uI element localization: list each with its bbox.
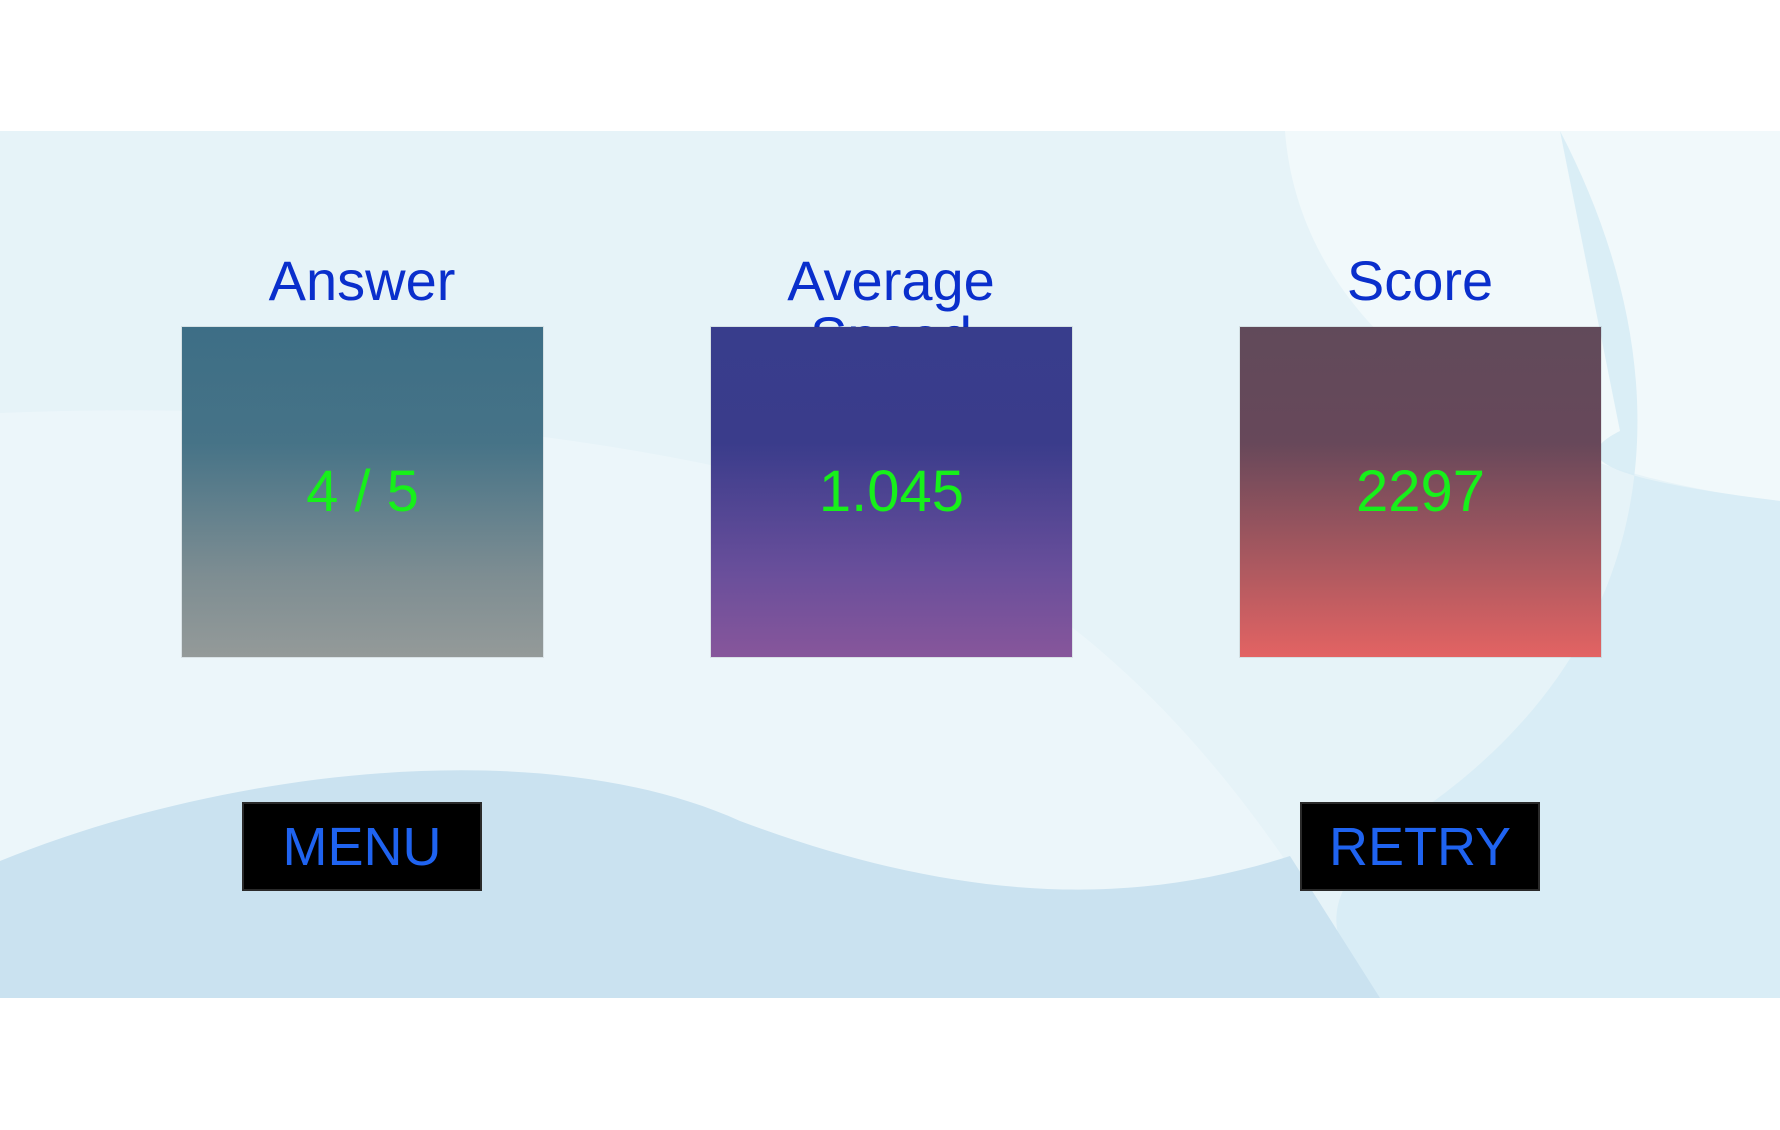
score-title: Score (1346, 249, 1494, 312)
answer-card: 4 / 5 (182, 327, 543, 657)
average-speed-value: 1.045 (818, 459, 965, 524)
score-value: 2297 (1355, 459, 1486, 524)
menu-button[interactable]: MENU (242, 802, 482, 891)
results-screen: Answer Average Speed Score 4 / 5 1.045 2… (0, 131, 1780, 998)
average-speed-card: 1.045 (711, 327, 1072, 657)
retry-button[interactable]: RETRY (1300, 802, 1540, 891)
answer-value: 4 / 5 (306, 459, 419, 524)
score-card: 2297 (1240, 327, 1601, 657)
answer-title: Answer (268, 249, 456, 312)
